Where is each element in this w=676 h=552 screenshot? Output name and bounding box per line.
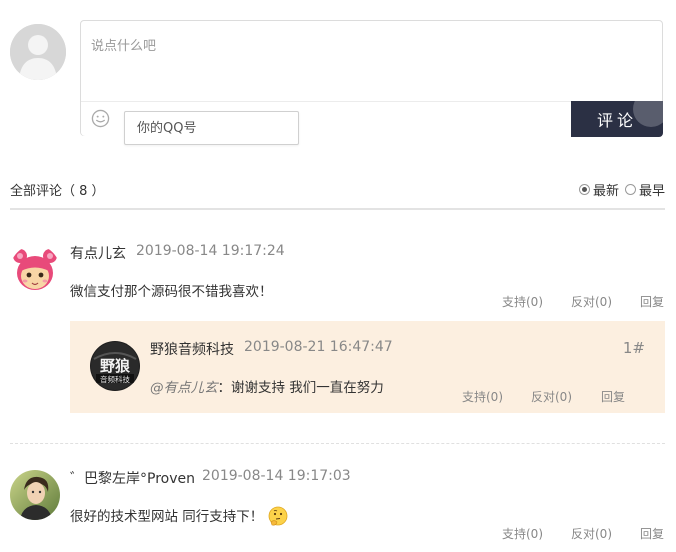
sort-options: 最新 最早 — [573, 180, 665, 199]
comment-count: 全部评论（ 8 ） — [10, 184, 105, 199]
composer-avatar — [10, 24, 66, 80]
radio-unchecked-icon[interactable] — [624, 184, 636, 195]
comment-list-header: 全部评论（ 8 ） 最新 最早 — [10, 178, 665, 199]
person-photo-avatar[interactable] — [10, 470, 60, 520]
oppose-button[interactable]: 反对(0) — [571, 293, 612, 310]
logo-sub-text: 音频科技 — [100, 374, 130, 384]
cartoon-girl-avatar[interactable] — [10, 245, 60, 295]
reply-text: @有点儿玄：谢谢支持 我们一直在努力 — [150, 376, 384, 396]
reply-time: 2019-08-21 16:47:47 — [244, 339, 393, 355]
qq-number-input[interactable] — [124, 111, 299, 145]
reply-author[interactable]: 野狼音频科技 — [150, 339, 234, 359]
logo-main-text: 野狼 — [100, 357, 131, 375]
oppose-button[interactable]: 反对(0) — [571, 525, 612, 542]
radio-checked-icon[interactable] — [578, 184, 590, 195]
submit-comment-button[interactable]: 评论 — [571, 101, 663, 137]
support-button[interactable]: 支持(0) — [502, 525, 543, 542]
default-user-icon — [10, 24, 66, 80]
reply-button[interactable]: 回复 — [640, 293, 664, 310]
sort-newest-option[interactable]: 最新 — [578, 180, 619, 199]
comment-text: 很好的技术型网站 同行支持下！ — [70, 505, 289, 528]
reply-floor-number: 1# — [622, 339, 645, 357]
reply-item: 野狼 音频科技 野狼音频科技 2019-08-21 16:47:47 1# @有… — [70, 321, 665, 413]
comment-time: 2019-08-14 19:17:03 — [202, 468, 351, 484]
reply-body: ：谢谢支持 我们一直在努力 — [217, 380, 384, 396]
sort-oldest-label: 最早 — [638, 184, 665, 199]
sort-oldest-option[interactable]: 最早 — [624, 180, 665, 199]
reply-reply-button[interactable]: 回复 — [601, 388, 625, 405]
comment-author[interactable]: ゛巴黎左岸°Proven — [70, 468, 195, 488]
comment-divider — [10, 443, 665, 444]
button-ripple — [633, 101, 663, 127]
smiley-face-icon[interactable] — [91, 109, 110, 128]
comment-body: 很好的技术型网站 同行支持下！ — [70, 509, 264, 525]
reply-support-button[interactable]: 支持(0) — [462, 388, 503, 405]
comment-author[interactable]: 有点儿玄 — [70, 243, 126, 263]
reply-button[interactable]: 回复 — [640, 525, 664, 542]
header-divider — [10, 208, 665, 210]
sort-newest-label: 最新 — [592, 184, 619, 199]
thinking-face-emoji — [268, 506, 288, 526]
company-logo-avatar[interactable]: 野狼 音频科技 — [90, 341, 140, 391]
support-button[interactable]: 支持(0) — [502, 293, 543, 310]
comment-textarea[interactable] — [81, 21, 662, 101]
reply-mention[interactable]: @有点儿玄 — [150, 380, 218, 396]
comment-composer: 评论 — [80, 20, 663, 145]
submit-comment-label: 评论 — [596, 111, 637, 130]
reply-oppose-button[interactable]: 反对(0) — [531, 388, 572, 405]
comment-time: 2019-08-14 19:17:24 — [136, 243, 285, 259]
comment-text: 微信支付那个源码很不错我喜欢！ — [70, 284, 273, 300]
